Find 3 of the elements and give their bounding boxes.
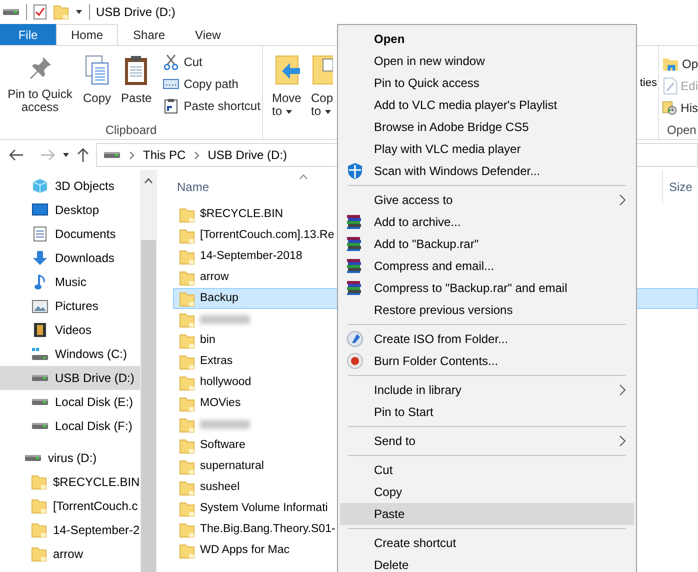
group-label: Clipboard (104, 122, 158, 139)
window-title: USB Drive (D:) (96, 4, 176, 21)
group-label: Open (666, 122, 698, 139)
